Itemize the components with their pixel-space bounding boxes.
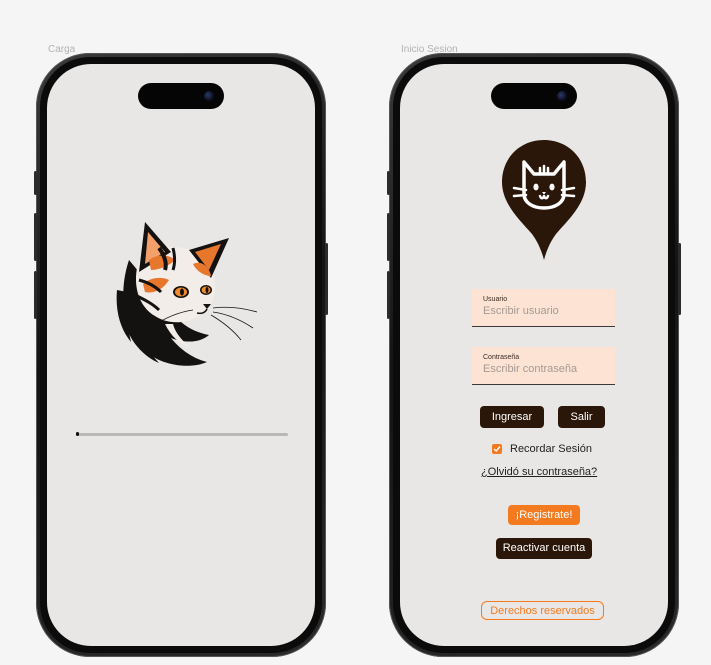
login-button[interactable]: Ingresar xyxy=(480,406,544,428)
password-label: Contraseña xyxy=(483,354,520,361)
loading-progress-bar xyxy=(76,432,288,436)
remember-session[interactable]: Recordar Sesión xyxy=(492,442,592,456)
register-button[interactable]: ¡Registrate! xyxy=(508,505,580,525)
power-button xyxy=(678,243,681,315)
frame-label-loading: Carga xyxy=(48,44,76,55)
password-field[interactable]: Contraseña xyxy=(472,347,615,385)
volume-down-button xyxy=(34,271,37,319)
username-label: Usuario xyxy=(483,296,508,303)
loading-progress-fill xyxy=(76,432,80,436)
volume-up-button xyxy=(34,213,37,261)
forgot-password-link[interactable]: ¿Olvidó su contraseña? xyxy=(481,466,597,478)
rights-reserved-button[interactable]: Derechos reservados xyxy=(481,601,604,620)
action-button xyxy=(34,171,37,195)
volume-up-button xyxy=(387,213,390,261)
phone-frame-login: Usuario Contraseña Ingresar Salir Record… xyxy=(387,53,681,657)
reactivate-account-button[interactable]: Reactivar cuenta xyxy=(496,538,592,559)
cat-location-pin-icon xyxy=(502,140,586,260)
password-input[interactable] xyxy=(483,363,605,375)
username-field[interactable]: Usuario xyxy=(472,289,615,327)
volume-down-button xyxy=(387,271,390,319)
check-icon xyxy=(493,446,501,453)
remember-checkbox[interactable] xyxy=(492,444,502,454)
phone-frame-loading xyxy=(34,53,328,657)
cat-illustration xyxy=(116,222,258,366)
dynamic-island xyxy=(491,83,577,109)
username-input[interactable] xyxy=(483,305,605,317)
login-screen: Usuario Contraseña Ingresar Salir Record… xyxy=(400,64,668,646)
canvas: Carga Inicio Sesion Usuario Escribir usu… xyxy=(0,0,711,665)
camera-icon xyxy=(557,91,567,101)
action-button xyxy=(387,171,390,195)
loading-screen xyxy=(47,64,315,646)
dynamic-island xyxy=(138,83,224,109)
power-button xyxy=(325,243,328,315)
camera-icon xyxy=(204,91,214,101)
exit-button[interactable]: Salir xyxy=(558,406,605,428)
remember-label: Recordar Sesión xyxy=(510,443,592,455)
